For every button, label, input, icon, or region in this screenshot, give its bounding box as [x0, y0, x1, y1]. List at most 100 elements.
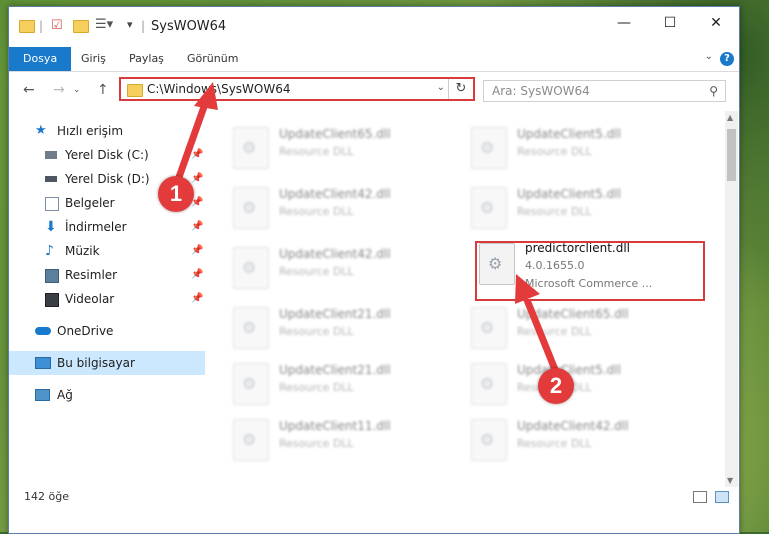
file-description: Resource DLL: [279, 205, 354, 218]
dll-file-icon: [233, 187, 269, 229]
expand-ribbon-icon[interactable]: ⌄: [705, 51, 713, 62]
refresh-button[interactable]: ↻: [448, 79, 473, 99]
sidebar-item-videos[interactable]: Videolar 📌: [9, 287, 205, 311]
vertical-scrollbar[interactable]: ▲ ▼: [725, 111, 738, 487]
video-icon: [45, 293, 59, 307]
back-button[interactable]: ←: [23, 82, 35, 98]
list-item[interactable]: UpdateClient5.dll Resource DLL: [471, 183, 691, 231]
scroll-down-icon[interactable]: ▼: [727, 476, 733, 485]
address-text[interactable]: C:\Windows\SysWOW64: [147, 82, 291, 96]
list-item[interactable]: UpdateClient65.dll Resource DLL: [233, 123, 453, 171]
file-name: UpdateClient42.dll: [279, 187, 391, 201]
sidebar-item-music[interactable]: ♪ Müzik 📌: [9, 239, 205, 263]
download-icon: ⬇: [45, 219, 57, 235]
sidebar-item-label: Resimler: [65, 268, 118, 282]
search-placeholder[interactable]: Ara: SysWOW64: [492, 84, 590, 98]
separator-icon: |: [39, 19, 44, 33]
file-name: UpdateClient42.dll: [279, 247, 391, 261]
file-name: UpdateClient42.dll: [517, 419, 629, 433]
sidebar-item-this-pc[interactable]: Bu bilgisayar: [9, 351, 205, 375]
sidebar-item-label: Yerel Disk (D:): [65, 172, 150, 186]
network-icon: [35, 389, 50, 401]
close-button[interactable]: ✕: [693, 7, 739, 39]
pin-icon[interactable]: 📌: [191, 215, 203, 239]
dll-file-icon: [471, 127, 507, 169]
forward-button[interactable]: →: [53, 82, 65, 98]
separator-icon: |: [141, 19, 146, 33]
minimize-button[interactable]: —: [601, 7, 647, 39]
sidebar-item-pictures[interactable]: Resimler 📌: [9, 263, 205, 287]
navigation-pane: ★ Hızlı erişim Yerel Disk (C:) 📌 Yerel D…: [9, 113, 205, 493]
dll-file-icon: [471, 419, 507, 461]
sidebar-item-label: Videolar: [65, 292, 115, 306]
new-folder-icon[interactable]: [73, 20, 89, 33]
music-icon: ♪: [45, 243, 54, 259]
computer-icon: [35, 357, 51, 369]
file-description: Resource DLL: [517, 437, 592, 450]
list-item[interactable]: UpdateClient21.dll Resource DLL: [233, 359, 453, 407]
sidebar-item-quick-access[interactable]: ★ Hızlı erişim: [9, 119, 205, 143]
dll-file-icon: [233, 127, 269, 169]
sidebar-item-label: Ağ: [57, 388, 73, 402]
maximize-button[interactable]: ☐: [647, 7, 693, 39]
tab-gorunum[interactable]: Görünüm: [177, 48, 248, 70]
scrollbar-thumb[interactable]: [727, 129, 736, 181]
file-description: Resource DLL: [517, 325, 592, 338]
help-icon[interactable]: ?: [720, 52, 734, 66]
search-icon[interactable]: ⚲: [709, 84, 718, 98]
address-bar[interactable]: C:\Windows\SysWOW64 ⌄ ↻: [119, 77, 475, 101]
pictures-icon: [45, 269, 59, 283]
sidebar-item-onedrive[interactable]: OneDrive: [9, 319, 205, 343]
file-description: Resource DLL: [279, 325, 354, 338]
drive-icon: [45, 151, 57, 159]
pin-icon[interactable]: 📌: [191, 287, 203, 311]
list-item[interactable]: UpdateClient5.dll Resource DLL: [471, 359, 691, 407]
tab-giris[interactable]: Giriş: [71, 48, 116, 70]
details-view-icon[interactable]: [693, 491, 707, 503]
dll-file-icon: [233, 247, 269, 289]
pin-icon[interactable]: 📌: [191, 143, 203, 167]
folder-icon: [19, 20, 35, 33]
dll-file-icon: [471, 363, 507, 405]
ribbon-tabs: Dosya Giriş Paylaş Görünüm ⌄ ?: [9, 45, 739, 72]
dll-file-icon: [233, 363, 269, 405]
scroll-up-icon[interactable]: ▲: [727, 113, 733, 122]
sidebar-item-downloads[interactable]: ⬇ İndirmeler 📌: [9, 215, 205, 239]
sidebar-item-network[interactable]: Ağ: [9, 383, 205, 407]
file-description: Resource DLL: [279, 145, 354, 158]
dropdown-icon[interactable]: ▾: [127, 18, 133, 32]
file-name: UpdateClient21.dll: [279, 363, 391, 377]
file-name: UpdateClient65.dll: [279, 127, 391, 141]
large-icons-view-icon[interactable]: [715, 491, 729, 503]
step-1-badge: 1: [158, 176, 194, 212]
pin-icon[interactable]: 📌: [191, 239, 203, 263]
folder-icon: [127, 84, 143, 97]
customize-toolbar-icon[interactable]: ☰▾: [95, 17, 113, 32]
tab-paylas[interactable]: Paylaş: [119, 48, 174, 70]
up-button[interactable]: ↑: [97, 82, 109, 98]
list-item[interactable]: UpdateClient42.dll Resource DLL: [233, 243, 453, 291]
navigation-bar: ← → ⌄ ↑ C:\Windows\SysWOW64 ⌄ ↻ Ara: Sys…: [9, 72, 739, 108]
list-item[interactable]: UpdateClient5.dll Resource DLL: [471, 123, 691, 171]
search-box[interactable]: Ara: SysWOW64 ⚲: [483, 80, 726, 102]
sidebar-item-disk-c[interactable]: Yerel Disk (C:) 📌: [9, 143, 205, 167]
sidebar-item-label: OneDrive: [57, 324, 114, 338]
list-item[interactable]: UpdateClient65.dll Resource DLL: [471, 303, 691, 351]
list-item[interactable]: UpdateClient11.dll Resource DLL: [233, 415, 453, 463]
dll-file-icon: [233, 419, 269, 461]
pin-icon[interactable]: 📌: [191, 263, 203, 287]
address-dropdown-icon[interactable]: ⌄: [437, 82, 445, 93]
list-item[interactable]: UpdateClient42.dll Resource DLL: [471, 415, 691, 463]
highlight-box: [475, 241, 705, 301]
file-explorer-window: | ☑ ☰▾ ▾ | SysWOW64 — ☐ ✕ Dosya Giriş Pa…: [8, 6, 740, 534]
list-item[interactable]: UpdateClient42.dll Resource DLL: [233, 183, 453, 231]
list-item[interactable]: UpdateClient21.dll Resource DLL: [233, 303, 453, 351]
file-description: Resource DLL: [279, 437, 354, 450]
tab-dosya[interactable]: Dosya: [9, 47, 72, 71]
file-name: UpdateClient21.dll: [279, 307, 391, 321]
file-name: UpdateClient11.dll: [279, 419, 391, 433]
file-description: Resource DLL: [279, 265, 354, 278]
recent-locations-icon[interactable]: ⌄: [73, 85, 81, 95]
properties-icon[interactable]: ☑: [51, 18, 63, 33]
sidebar-item-label: Belgeler: [65, 196, 115, 210]
